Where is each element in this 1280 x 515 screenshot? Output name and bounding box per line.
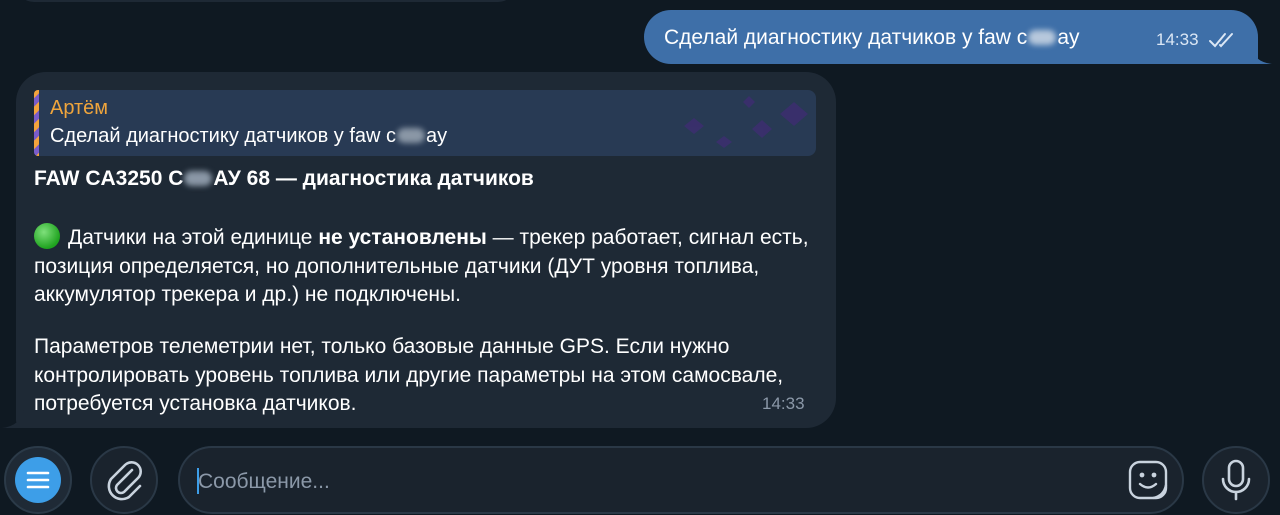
outgoing-bubble-tail	[1250, 46, 1272, 64]
message-paragraph-2: Параметров телеметрии нет, только базовы…	[34, 335, 784, 415]
reply-quote[interactable]: Артём Сделай диагностику датчиков у faw …	[34, 90, 816, 156]
message-input[interactable]	[196, 465, 1100, 499]
text-caret	[197, 468, 199, 494]
attach-button[interactable]	[90, 446, 158, 514]
incoming-message-time: 14:33	[762, 394, 805, 413]
incoming-bubble-tail	[2, 410, 24, 428]
redacted-text	[1028, 30, 1057, 45]
sticker-icon[interactable]	[1126, 458, 1172, 504]
reply-pattern-icon	[684, 96, 808, 148]
outgoing-message-time: 14:33	[1156, 30, 1199, 49]
previous-message-bubble	[16, 0, 516, 2]
outgoing-message-text: Сделай диагностику датчиков у faw c ay	[664, 26, 1080, 49]
reply-text: Сделай диагностику датчиков у faw c ay	[50, 125, 448, 147]
menu-button[interactable]	[4, 446, 72, 514]
green-circle-icon	[34, 223, 60, 249]
redacted-text	[184, 171, 213, 186]
message-paragraph-1: Датчики на этой единице не установлены —…	[34, 223, 824, 310]
microphone-button[interactable]	[1202, 446, 1270, 514]
reply-accent-bar	[34, 90, 39, 156]
paperclip-icon	[107, 461, 142, 501]
double-check-icon	[1209, 33, 1233, 48]
message-title: FAW CA3250 C АУ 68 — диагностика датчиков	[34, 167, 534, 190]
reply-author: Артём	[50, 97, 109, 119]
microphone-icon	[1221, 459, 1251, 501]
redacted-text	[397, 128, 426, 143]
menu-icon	[26, 471, 50, 489]
